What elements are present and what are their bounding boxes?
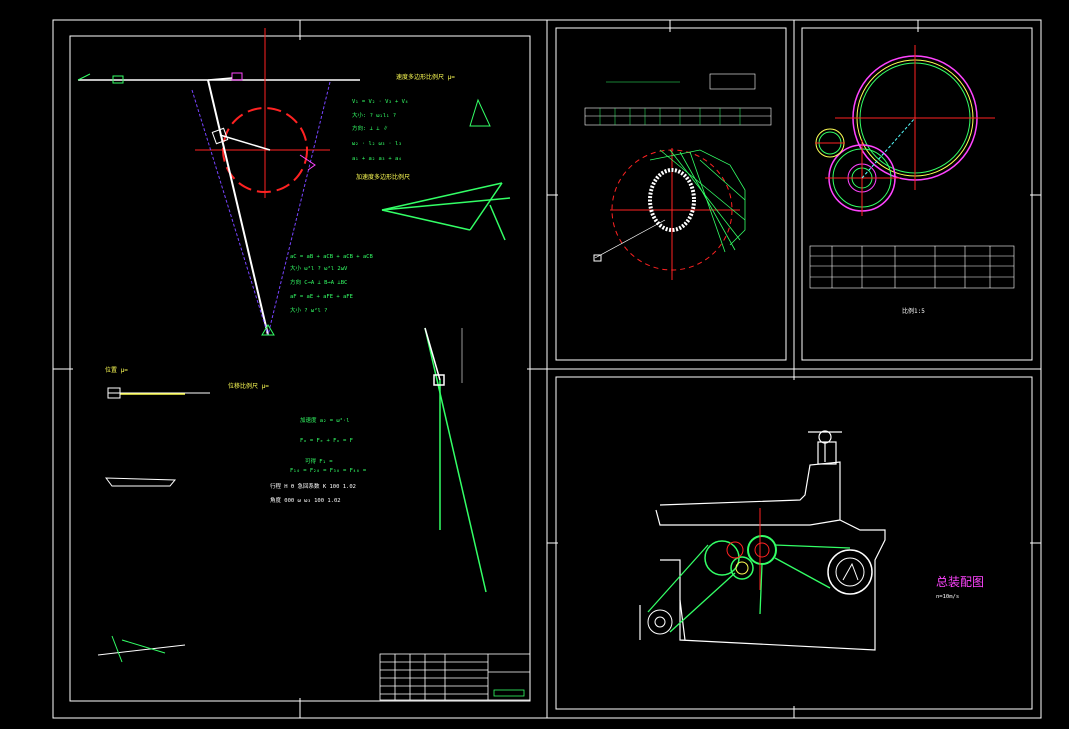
crank-disc (827, 549, 873, 595)
left-sheet-inner-border (69, 35, 531, 702)
assembly-sheet-inner (555, 376, 1033, 710)
involute-envelope-lines (649, 149, 746, 253)
motor-pulley (647, 609, 673, 635)
gear-sheet-scale-label: 比例1:5 (902, 307, 925, 315)
gear-generation-diagram (584, 73, 772, 280)
velocity-polygon (469, 98, 491, 127)
extreme-position-line-2 (191, 89, 269, 336)
gear-sheet-1-outer (546, 19, 795, 370)
reduction-gear-2-hub (754, 542, 770, 558)
title-block (379, 653, 531, 701)
sheet-frames (52, 19, 1042, 719)
slider-calc: 加速度 a₂ = ω²·l Fₐ = Fₑ + Fₒ = F 可得 F₁ = F… (290, 416, 367, 474)
assembly-drawing: 总装配图 n=10m/s (639, 430, 984, 651)
scale-labels: 速度多边形比例尺 μ= 加速度多边形比例尺 位置 μ= 位移比例尺 μ= (105, 73, 455, 390)
svg-text:Fₐ = Fₑ + Fₒ = F: Fₐ = Fₑ + Fₒ = F (300, 438, 353, 444)
crank-disc-inner (835, 557, 865, 587)
svg-text:位移比例尺 μ=: 位移比例尺 μ= (228, 382, 269, 390)
assembly-sheet-outer (546, 368, 1042, 719)
belt-drive (647, 544, 851, 633)
gear-data-table (809, 245, 1015, 289)
reduction-gear-2 (747, 535, 777, 565)
crank-disc-slot (842, 562, 859, 581)
svg-text:aF = aE + aFE + aFE: aF = aE + aFE + aFE (290, 294, 353, 300)
svg-text:方向: ⊥ ⊥ ∥: 方向: ⊥ ⊥ ∥ (352, 124, 388, 132)
center-distance-line (861, 117, 916, 179)
gear-sheet-1-inner (555, 27, 787, 361)
acceleration-polygon (381, 182, 511, 241)
svg-text:大小 ω²l ? ω²l 2ωV: 大小 ω²l ? ω²l 2ωV (290, 264, 348, 272)
mechanism-position-2 (424, 327, 487, 593)
svg-text:角度 000 ω ω₃: 角度 000 ω ω₃ 100 1.02 (270, 496, 341, 504)
displacement-diagrams (97, 387, 210, 663)
svg-text:方向 C→A ⊥ B→A ⊥BC: 方向 C→A ⊥ B→A ⊥BC (290, 278, 347, 286)
result-table: 行程 H θ 急回系数 K 100 1.02 角度 000 ω ω₃ 100 1… (270, 482, 356, 504)
svg-text:行程 H θ 急回系数 K: 行程 H θ 急回系数 K 100 1.02 (270, 482, 356, 490)
svg-text:可得 F₁ =: 可得 F₁ = (305, 457, 333, 465)
svg-text:速度多边形比例尺 μ=: 速度多边形比例尺 μ= (396, 73, 455, 81)
machine-body-outline (639, 430, 886, 651)
assembly-scale-label: n=10m/s (936, 594, 959, 600)
reduction-gear-1 (730, 556, 754, 580)
table-column-lines (599, 81, 741, 125)
svg-text:位置 μ=: 位置 μ= (105, 366, 128, 374)
svg-text:大小 ? ω²l ?: 大小 ? ω²l ? (290, 306, 328, 314)
svg-text:加速度多边形比例尺: 加速度多边形比例尺 (356, 173, 410, 181)
crank-arm (219, 134, 271, 151)
svg-text:aC = aB + aCB + aCB + aCB: aC = aB + aCB + aCB + aCB (290, 254, 373, 260)
motor-pulley-hub (654, 616, 666, 628)
svg-text:V₁ = V₂ · V₃ + V₄: V₁ = V₂ · V₃ + V₄ (352, 99, 408, 105)
parameter-table (584, 73, 772, 126)
svg-text:ω₂ · l₂ ω₃ · l₃: ω₂ · l₂ ω₃ · l₃ (352, 141, 402, 147)
gear-train-diagram: 比例1:5 (809, 45, 1015, 315)
cad-drawing-canvas[interactable]: V₁ = V₂ · V₃ + V₄ 大小: ? ω₁l₁ ? 方向: ⊥ ⊥ ∥… (0, 0, 1069, 729)
svg-text:F₁₀ = F₂₀ = F₃₀ = F₄₀ =: F₁₀ = F₂₀ = F₃₀ = F₄₀ = (290, 468, 367, 474)
svg-text:加速度 a₂ = ω²·l: 加速度 a₂ = ω²·l (300, 416, 350, 424)
angle-mark (299, 154, 316, 171)
assembly-title: 总装配图 (936, 575, 984, 589)
gear-sheet-2-outer (793, 19, 1042, 370)
red-gear (726, 541, 744, 559)
slider-block-2 (231, 72, 243, 81)
svg-text:大小: ? ω₁l₁ ?: 大小: ? ω₁l₁ ? (352, 111, 396, 119)
leader-line (594, 219, 666, 259)
velocity-equations: V₁ = V₂ · V₃ + V₄ 大小: ? ω₁l₁ ? 方向: ⊥ ⊥ ∥… (290, 99, 408, 314)
svg-text:a₁ + a₂ a₃ + a₄: a₁ + a₂ a₃ + a₄ (352, 156, 402, 162)
mechanism-diagram: V₁ = V₂ · V₃ + V₄ 大小: ? ω₁l₁ ? 方向: ⊥ ⊥ ∥… (77, 28, 531, 701)
ground-hatch (77, 73, 91, 81)
reduction-gear-1-hub (735, 561, 749, 575)
